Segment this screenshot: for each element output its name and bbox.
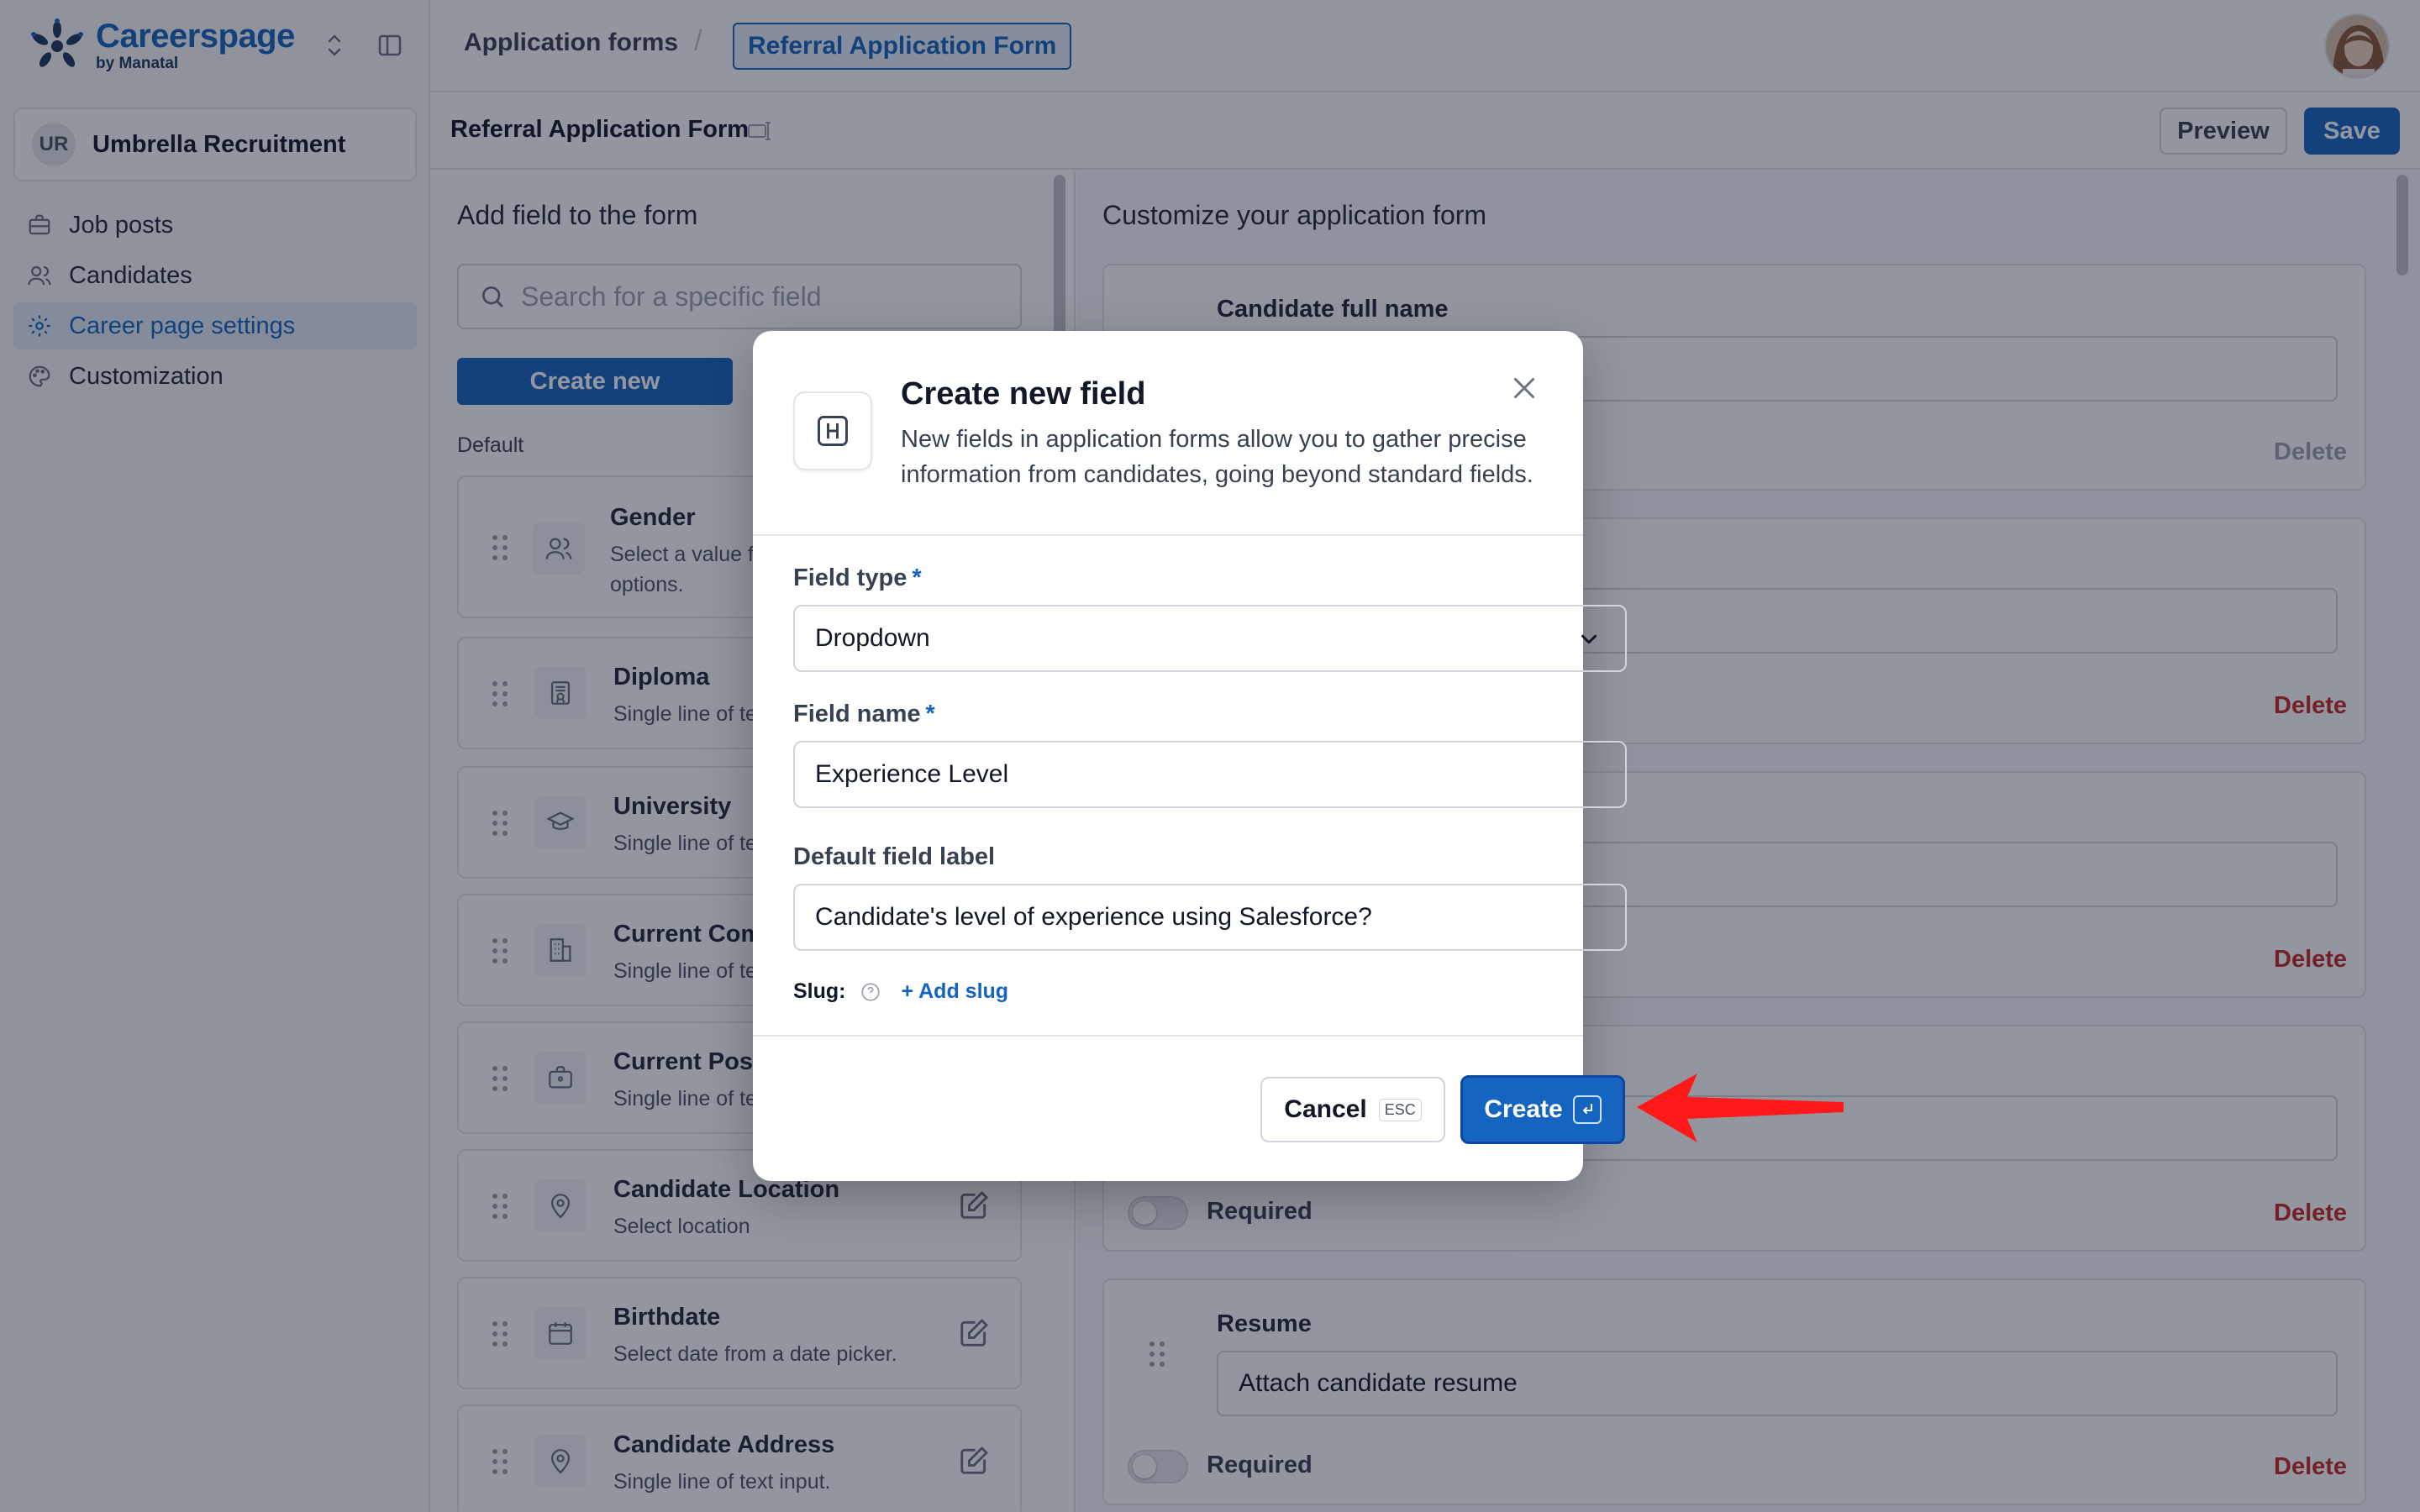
cancel-button[interactable]: Cancel ESC	[1260, 1077, 1445, 1142]
slug-label: Slug:	[793, 979, 846, 1003]
add-slug-link[interactable]: + Add slug	[902, 979, 1009, 1004]
annotation-arrow-icon	[1637, 1074, 1844, 1142]
enter-key-icon	[1572, 1095, 1602, 1124]
default-field-label-input[interactable]: Candidate's level of experience using Sa…	[793, 884, 1627, 951]
modal-divider	[753, 534, 1583, 536]
help-circle-icon[interactable]	[860, 981, 881, 1003]
field-type-label: Field type *	[793, 564, 922, 591]
cancel-label: Cancel	[1284, 1095, 1367, 1123]
modal-description: New fields in application forms allow yo…	[901, 426, 1534, 488]
heading-icon	[793, 391, 872, 470]
create-field-modal: Create new field New fields in applicati…	[753, 331, 1627, 1181]
esc-key-hint: ESC	[1378, 1098, 1422, 1121]
field-type-select[interactable]: Dropdown	[793, 605, 1627, 672]
modal-title: Create new field	[901, 376, 1146, 412]
chevron-down-icon	[1581, 634, 1597, 644]
field-name-input[interactable]: Experience Level	[793, 741, 1627, 808]
slug-row: Slug: + Add slug	[793, 979, 1008, 1004]
default-field-label-label: Default field label	[793, 843, 996, 870]
close-icon[interactable]	[1509, 373, 1539, 403]
modal-footer-divider	[753, 1035, 1583, 1037]
create-button[interactable]: Create	[1460, 1075, 1625, 1144]
field-type-value: Dropdown	[815, 624, 930, 652]
field-name-label: Field name *	[793, 701, 935, 727]
create-label: Create	[1484, 1095, 1563, 1123]
